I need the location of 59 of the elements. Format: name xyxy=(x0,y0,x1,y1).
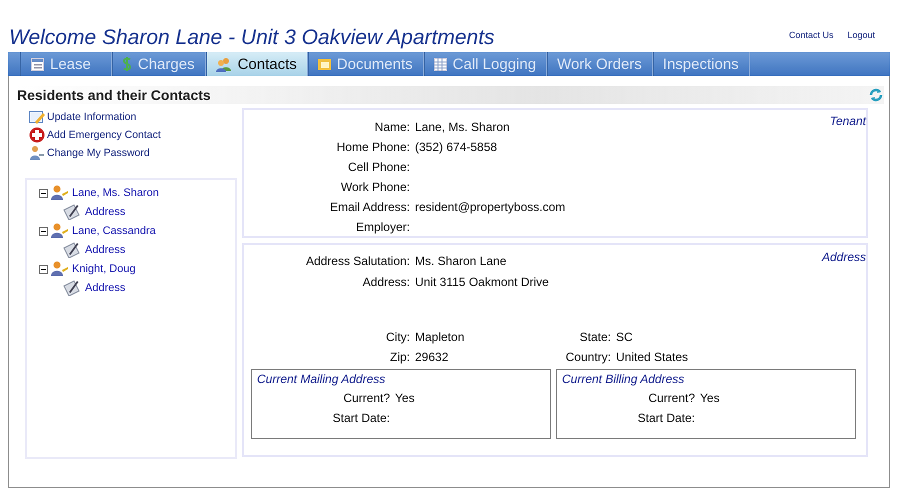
field-label: Home Phone: xyxy=(336,140,410,154)
table-icon xyxy=(434,58,447,70)
field-label: Country: xyxy=(564,350,611,364)
refresh-icon[interactable] xyxy=(868,87,884,103)
field-label: Address Salutation: xyxy=(304,254,410,268)
field-value: Yes xyxy=(395,391,415,405)
edit-form-icon xyxy=(29,110,45,124)
field-label: State: xyxy=(578,330,611,344)
field-label: Cell Phone: xyxy=(346,160,410,174)
collapse-icon[interactable] xyxy=(39,226,48,236)
field-label: Work Phone: xyxy=(340,180,410,194)
action-link[interactable]: Update Information xyxy=(29,108,237,125)
section-title: Residents and their Contacts xyxy=(17,87,211,103)
field-value: Unit 3115 Oakmont Drive xyxy=(415,274,549,288)
tree-item[interactable]: Knight, Doug xyxy=(72,263,136,275)
action-link[interactable]: Change My Password xyxy=(29,144,237,161)
first-aid-icon xyxy=(29,126,45,142)
paper-pencil-icon xyxy=(63,204,81,220)
field-value: United States xyxy=(616,350,688,364)
box-title: Current Mailing Address xyxy=(257,372,386,386)
field-label: Email Address: xyxy=(328,200,410,214)
header-link[interactable]: Contact Us xyxy=(788,30,834,40)
field-label: Current? xyxy=(342,391,390,405)
field-label: Start Date: xyxy=(636,411,695,425)
tree-item[interactable]: Lane, Cassandra xyxy=(72,225,156,237)
tree-item[interactable]: Address xyxy=(85,206,126,218)
field-label: Current? xyxy=(647,391,695,405)
panel-tag: Tenant xyxy=(830,114,866,128)
field-value: Mapleton xyxy=(415,330,464,344)
field-value: Ms. Sharon Lane xyxy=(415,254,506,268)
people-icon xyxy=(216,56,232,72)
field-label: City: xyxy=(385,330,410,344)
field-label: Start Date: xyxy=(332,411,390,425)
panel-tag: Address xyxy=(822,250,866,264)
field-value: Yes xyxy=(700,391,720,405)
header-link[interactable]: Logout xyxy=(847,30,875,40)
folder-icon xyxy=(318,58,331,70)
action-link[interactable]: Add Emergency Contact xyxy=(29,126,237,143)
field-label: Name: xyxy=(374,120,410,134)
page-title: Welcome Sharon Lane - Unit 3 Oakview Apartments xyxy=(9,26,495,51)
field-value: Lane, Ms. Sharon xyxy=(415,120,510,134)
field-value: 29632 xyxy=(415,350,448,364)
paper-pencil-icon xyxy=(63,280,81,296)
field-label: Employer: xyxy=(354,220,410,234)
dollar-icon xyxy=(122,56,132,72)
field-label: Zip: xyxy=(388,350,410,364)
collapse-icon[interactable] xyxy=(39,264,48,274)
box-title: Current Billing Address xyxy=(562,372,684,386)
paper-pencil-icon xyxy=(63,242,81,258)
field-value: (352) 674-5858 xyxy=(415,140,498,154)
tree-item[interactable]: Address xyxy=(85,244,126,256)
window-icon xyxy=(31,58,44,70)
field-value: SC xyxy=(616,330,633,344)
tree-item[interactable]: Address xyxy=(85,282,126,294)
collapse-icon[interactable] xyxy=(39,188,48,198)
tab[interactable]: Contacts xyxy=(206,52,308,76)
field-value: resident@propertyboss.com xyxy=(415,200,566,214)
tree-item[interactable]: Lane, Ms. Sharon xyxy=(72,187,159,199)
field-label: Address: xyxy=(362,274,410,288)
